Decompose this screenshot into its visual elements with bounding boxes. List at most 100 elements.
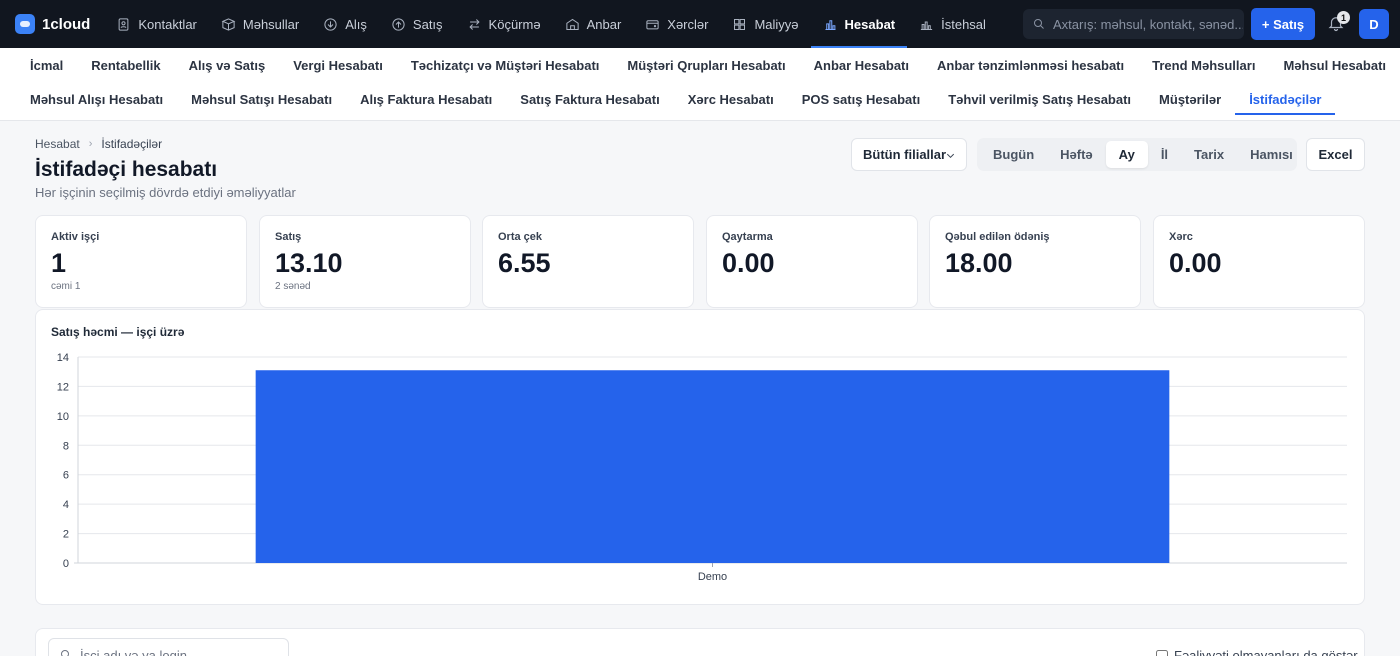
nav-item-label: İstehsal bbox=[941, 16, 986, 32]
arrow-up-circle-icon bbox=[391, 17, 406, 32]
nav-item-label: Satış bbox=[412, 16, 443, 32]
report-tab[interactable]: POS satış Hesabatı bbox=[788, 83, 935, 116]
period-option[interactable]: İl bbox=[1148, 141, 1181, 168]
report-tab[interactable]: Rentabellik bbox=[77, 49, 174, 82]
y-tick-label: 0 bbox=[63, 558, 69, 570]
cloud-logo-icon bbox=[15, 14, 35, 34]
stat-card: Satış 13.10 2 sənəd bbox=[259, 215, 471, 308]
report-tab[interactable]: Vergi Hesabatı bbox=[279, 49, 397, 82]
report-tab[interactable]: Anbar tənzimlənməsi hesabatı bbox=[923, 49, 1138, 82]
search-icon bbox=[1034, 19, 1044, 29]
show-inactive-label: Fəaliyyəti olmayanları da göstər bbox=[1174, 648, 1358, 656]
nav-item-label: Anbar bbox=[586, 16, 622, 32]
show-inactive-toggle[interactable]: Fəaliyyəti olmayanları da göstər bbox=[1156, 648, 1358, 656]
report-tab[interactable]: Təchizatçı və Müştəri Hesabatı bbox=[397, 49, 614, 82]
report-tab[interactable]: Trend Məhsulları bbox=[1138, 49, 1269, 82]
stat-card: Orta çek 6.55 bbox=[482, 215, 694, 308]
report-tabs-row-2: Məhsul Alışı Hesabatı Məhsul Satışı Hesab… bbox=[16, 83, 1336, 116]
wallet-icon bbox=[645, 17, 660, 32]
nav-item-label: Alış bbox=[345, 16, 367, 32]
report-tab[interactable]: Alış Faktura Hesabatı bbox=[346, 83, 506, 116]
stat-label: Satış bbox=[275, 231, 302, 243]
y-tick-label: 8 bbox=[63, 440, 69, 452]
stat-label: Xərc bbox=[1169, 231, 1193, 243]
show-inactive-checkbox[interactable] bbox=[1156, 649, 1168, 656]
nav-item-warehouse[interactable]: Anbar bbox=[553, 0, 634, 48]
report-tab[interactable]: Məhsul Satışı Hesabatı bbox=[177, 83, 346, 116]
y-tick-label: 14 bbox=[57, 352, 69, 364]
report-tabs: İcmal Rentabellik Alış və Satış Vergi Hesab… bbox=[0, 48, 1400, 121]
stat-card: Qaytarma 0.00 bbox=[706, 215, 918, 308]
chart-card: Satış həcmi — işçi üzrə 0 2 4 6 8 10 12 14 Demo bbox=[35, 309, 1365, 605]
arrow-down-circle-icon bbox=[323, 17, 338, 32]
stat-card: Xərc 0.00 bbox=[1153, 215, 1365, 308]
bar-demo bbox=[255, 370, 1170, 563]
x-tick-label: Demo bbox=[698, 571, 727, 583]
employee-search[interactable] bbox=[48, 638, 289, 656]
stat-value: 13.10 bbox=[275, 248, 343, 278]
nav-item-arrow-down-circle[interactable]: Alış bbox=[311, 0, 379, 48]
report-tab[interactable]: Anbar Hesabatı bbox=[800, 49, 923, 82]
chevron-down-icon bbox=[946, 153, 955, 158]
transfer-icon bbox=[467, 17, 482, 32]
nav-item-wallet[interactable]: Xərclər bbox=[633, 0, 720, 48]
stat-label: Orta çek bbox=[498, 231, 543, 243]
nav-item-contacts[interactable]: Kontaktlar bbox=[104, 0, 209, 48]
employee-search-input[interactable] bbox=[80, 647, 280, 656]
brand-name: 1cloud bbox=[42, 15, 91, 33]
y-tick-label: 6 bbox=[63, 470, 69, 482]
y-tick-label: 10 bbox=[57, 411, 69, 423]
breadcrumb-root[interactable]: Hesabat bbox=[35, 137, 80, 151]
period-option[interactable]: Bugün bbox=[980, 141, 1047, 168]
nav-item-box[interactable]: Məhsullar bbox=[209, 0, 311, 48]
stat-value: 0.00 bbox=[1169, 248, 1222, 278]
stat-label: Qaytarma bbox=[722, 231, 773, 243]
sales-volume-chart: 0 2 4 6 8 10 12 14 Demo bbox=[57, 352, 1347, 583]
excel-export-button[interactable]: Excel bbox=[1306, 138, 1365, 171]
report-tab[interactable]: İcmal bbox=[16, 49, 77, 82]
nav-item-label: Xərclər bbox=[667, 16, 709, 32]
report-tab[interactable]: Müştəri Qrupları Hesabatı bbox=[613, 49, 799, 82]
nav-item-factory[interactable]: İstehsal bbox=[907, 0, 998, 48]
global-search[interactable] bbox=[1023, 9, 1244, 39]
period-option[interactable]: Ay bbox=[1105, 141, 1148, 168]
nav-item-bar-chart[interactable]: Hesabat bbox=[810, 0, 908, 48]
period-selector: Bugün Həftə Ay İl Tarix Hamısı bbox=[977, 138, 1297, 171]
search-icon bbox=[61, 650, 69, 656]
report-tab[interactable]: Məhsul Hesabatı bbox=[1269, 49, 1400, 82]
stat-sub: cəmi 1 bbox=[51, 281, 81, 292]
stat-label: Qəbul edilən ödəniş bbox=[945, 231, 1050, 243]
nav-item-label: Maliyyə bbox=[754, 16, 799, 32]
nav-item-label: Köçürmə bbox=[488, 16, 541, 32]
period-option[interactable]: Hamısı bbox=[1237, 141, 1306, 168]
period-option[interactable]: Həftə bbox=[1047, 141, 1106, 168]
nav-item-transfer[interactable]: Köçürmə bbox=[455, 0, 553, 48]
report-tab[interactable]: İstifadəçilər bbox=[1235, 83, 1336, 116]
global-search-input[interactable] bbox=[1053, 16, 1243, 32]
period-option[interactable]: Tarix bbox=[1181, 141, 1237, 168]
new-sale-button[interactable]: + Satış bbox=[1251, 8, 1315, 40]
stat-value: 18.00 bbox=[945, 248, 1013, 278]
report-tab[interactable]: Müştərilər bbox=[1145, 83, 1235, 116]
factory-icon bbox=[919, 17, 934, 32]
employee-table-card: Fəaliyyəti olmayanları da göstər bbox=[35, 628, 1365, 656]
nav-item-arrow-up-circle[interactable]: Satış bbox=[379, 0, 455, 48]
report-tab[interactable]: Məhsul Alışı Hesabatı bbox=[16, 83, 177, 116]
contacts-icon bbox=[116, 17, 131, 32]
user-avatar[interactable]: D bbox=[1359, 9, 1389, 39]
branch-select[interactable]: Bütün filiallar bbox=[851, 138, 967, 171]
page-title: İstifadəçi hesabatı bbox=[35, 158, 218, 181]
report-tab[interactable]: Xərc Hesabatı bbox=[674, 83, 788, 116]
report-tab[interactable]: Satış Faktura Hesabatı bbox=[506, 83, 673, 116]
report-tab[interactable]: Təhvil verilmiş Satış Hesabatı bbox=[934, 83, 1145, 116]
nav-item-label: Hesabat bbox=[844, 16, 896, 32]
y-tick-label: 2 bbox=[63, 529, 69, 541]
brand[interactable]: 1cloud bbox=[15, 14, 90, 34]
y-tick-label: 12 bbox=[57, 381, 69, 393]
nav-item-label: Kontaktlar bbox=[138, 16, 197, 32]
nav-item-grid[interactable]: Maliyyə bbox=[720, 0, 810, 48]
main-menu: Kontaktlar Məhsullar Alış Satış Köçürmə Anbar… bbox=[104, 0, 998, 48]
page-subtitle: Hər işçinin seçilmiş dövrdə etdiyi əməli… bbox=[35, 185, 296, 200]
report-tab[interactable]: Alış və Satış bbox=[175, 49, 280, 82]
warehouse-icon bbox=[565, 17, 580, 32]
